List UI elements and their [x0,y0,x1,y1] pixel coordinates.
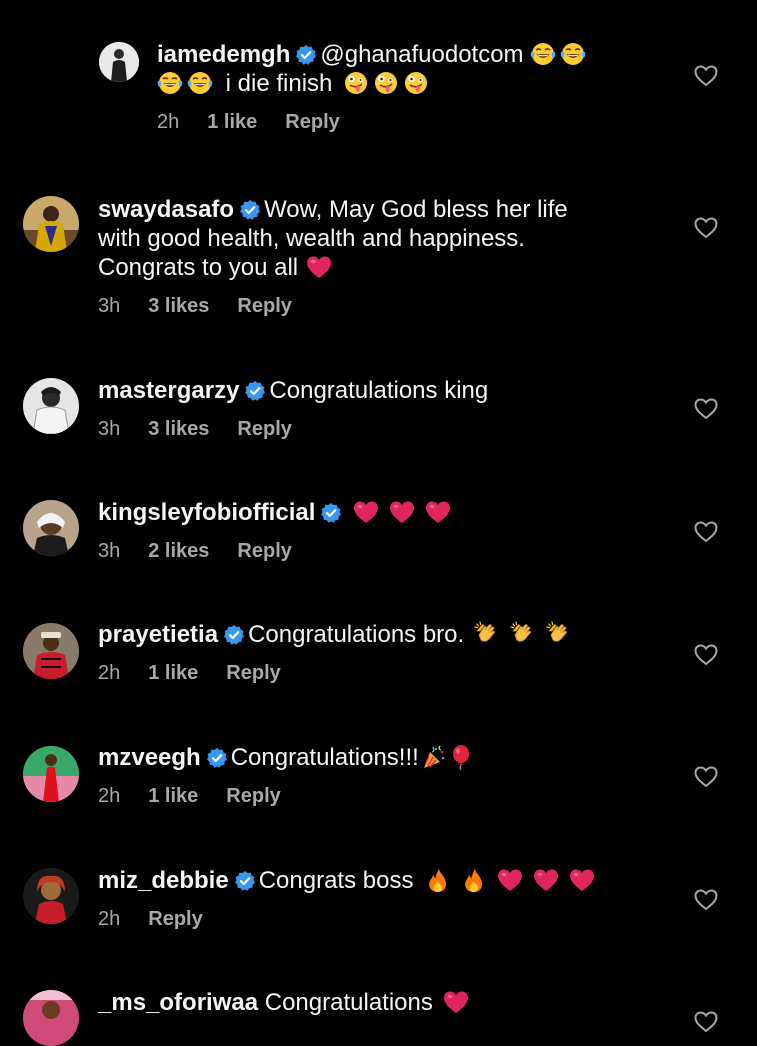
clapping-hands-emoji-icon [546,621,568,642]
avatar[interactable] [99,42,139,82]
zany-face-emoji-icon [344,71,368,95]
clapping-hands-emoji-icon [510,621,532,642]
comment-timestamp: 2h [98,785,121,807]
like-heart-icon[interactable] [694,397,718,421]
comment-text: iamedemgh @ghanafuodotcom i die finish [157,40,667,98]
red-heart-emoji-icon [354,501,379,523]
comment-text: mastergarzy Congratulations king [98,376,667,405]
laughing-tears-emoji-icon [187,71,213,95]
comment-body: Congrats boss [258,867,414,894]
comment-text: prayetietia Congratulations bro. [98,620,667,649]
comment-body: i die finish [225,70,333,97]
comment-username[interactable]: _ms_oforiwaa [98,989,258,1016]
comment-username[interactable]: mzveegh [98,744,201,771]
like-heart-icon[interactable] [694,888,718,912]
comment-username[interactable]: iamedemgh [157,41,290,68]
comment-likes[interactable]: 2 likes [148,540,209,562]
red-heart-emoji-icon [307,256,332,278]
avatar[interactable] [23,623,79,679]
comment-body: Congratulations!!! [230,744,419,771]
comment-text: miz_debbie Congrats boss [98,866,667,895]
red-heart-emoji-icon [443,991,468,1013]
fire-emoji-icon [429,869,447,892]
comment-text: _ms_oforiwaa Congratulations [98,988,667,1017]
comment-likes[interactable]: 3 likes [148,418,209,440]
comment-timestamp: 3h [98,295,121,317]
like-heart-icon[interactable] [694,765,718,789]
reply-button[interactable]: Reply [237,418,291,440]
comment-timestamp: 3h [98,540,121,562]
reply-button[interactable]: Reply [226,785,280,807]
zany-face-emoji-icon [374,71,398,95]
fire-emoji-icon [465,869,483,892]
red-heart-emoji-icon [426,501,451,523]
comment-likes[interactable]: 1 like [207,111,257,133]
comment-timestamp: 2h [98,908,121,930]
comment-body: Congratulations [264,989,433,1016]
party-popper-emoji-icon [423,745,445,769]
verified-badge-icon [245,381,266,401]
comment-text: kingsleyfobiofficial [98,498,667,527]
comment-meta: 2h Reply [98,908,667,931]
like-heart-icon[interactable] [694,216,718,240]
verified-badge-icon [224,625,245,645]
clapping-hands-emoji-icon [474,621,496,642]
comment-body: Congratulations king [269,377,489,404]
mention-link[interactable]: @ghanafuodotcom [320,41,523,68]
comment-username[interactable]: prayetietia [98,621,218,648]
comment-likes[interactable]: 3 likes [148,295,209,317]
comment-username[interactable]: swaydasafo [98,196,234,223]
zany-face-emoji-icon [404,71,428,95]
red-heart-emoji-icon [534,869,559,891]
red-heart-emoji-icon [498,869,523,891]
avatar[interactable] [23,868,79,924]
comment-body-line: Congrats to you all [98,254,299,281]
reply-button[interactable]: Reply [237,295,291,317]
laughing-tears-emoji-icon [559,42,586,66]
comment-username[interactable]: kingsleyfobiofficial [98,499,315,526]
avatar[interactable] [23,196,79,252]
comment-text: mzveegh Congratulations!!! [98,743,667,772]
comment-meta: 3h 3 likes Reply [98,295,667,318]
comment-meta: 3h 2 likes Reply [98,540,667,563]
laughing-tears-emoji-icon [157,71,183,95]
red-heart-emoji-icon [390,501,415,523]
comment-meta: 2h 1 like Reply [98,662,667,685]
verified-badge-icon [234,871,255,891]
avatar[interactable] [23,746,79,802]
verified-badge-icon [296,45,317,65]
comment-likes[interactable]: 1 like [148,785,198,807]
comment-meta: 3h 3 likes Reply [98,418,667,441]
comment-body: Congratulations bro. [248,621,465,648]
comment-meta: 2h 1 like Reply [98,785,667,808]
reply-button[interactable]: Reply [285,111,339,133]
laughing-tears-emoji-icon [529,42,556,66]
like-heart-icon[interactable] [694,520,718,544]
avatar[interactable] [23,990,79,1046]
comment-text: swaydasafo Wow, May God bless her life wi… [98,195,667,282]
comment-timestamp: 3h [98,418,121,440]
like-heart-icon[interactable] [694,643,718,667]
reply-button[interactable]: Reply [226,662,280,684]
verified-badge-icon [206,748,227,768]
like-heart-icon[interactable] [694,1010,718,1034]
comment-meta: 2h 1 like Reply [157,111,667,134]
verified-badge-icon [240,200,261,220]
verified-badge-icon [321,503,342,523]
avatar[interactable] [23,500,79,556]
comment-body: Wow, May God bless her life [264,196,568,223]
balloon-emoji-icon [452,744,470,770]
comment-timestamp: 2h [157,111,180,133]
comment-likes[interactable]: 1 like [148,662,198,684]
reply-button[interactable]: Reply [148,908,202,930]
comment-timestamp: 2h [98,662,121,684]
red-heart-emoji-icon [570,869,595,891]
reply-button[interactable]: Reply [237,540,291,562]
like-heart-icon[interactable] [694,64,718,88]
comment-username[interactable]: mastergarzy [98,377,239,404]
comment-body-line: with good health, wealth and happiness. [98,225,525,252]
avatar[interactable] [23,378,79,434]
comment-username[interactable]: miz_debbie [98,867,229,894]
